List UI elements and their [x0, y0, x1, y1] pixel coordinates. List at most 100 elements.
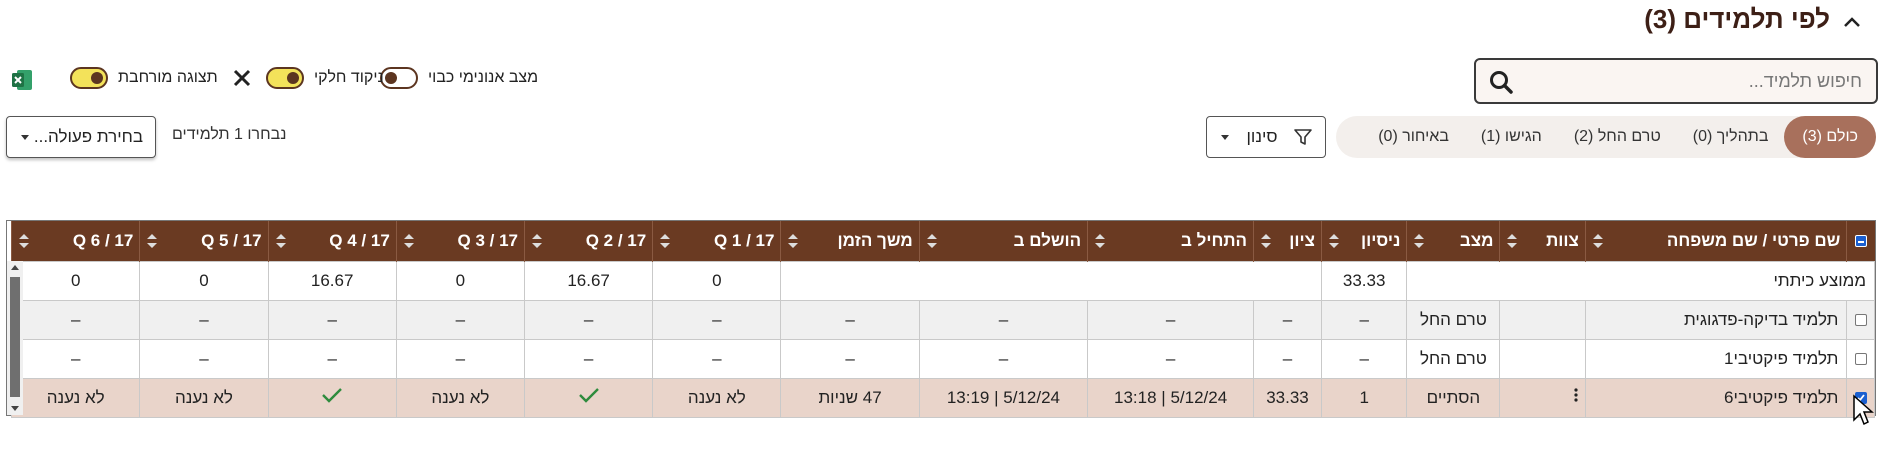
average-label: ממוצע כיתתי	[1406, 260, 1875, 301]
sort-icon[interactable]	[403, 232, 415, 250]
q-cell[interactable]: –	[10, 299, 141, 340]
toggle-switch[interactable]	[380, 67, 418, 89]
col-header-q2[interactable]: Q 2 / 17	[523, 221, 653, 261]
team-cell	[1499, 299, 1586, 340]
col-header-team[interactable]: צוות	[1499, 221, 1586, 261]
row-checkbox[interactable]	[1854, 314, 1867, 327]
student-name[interactable]: תלמיד בדיקה-פדגוגית	[1584, 299, 1848, 340]
sort-icon[interactable]	[18, 232, 30, 250]
sort-icon[interactable]	[1094, 232, 1106, 250]
q-cell[interactable]: –	[523, 338, 654, 379]
sort-icon[interactable]	[531, 232, 543, 250]
q-cell[interactable]: –	[139, 338, 269, 379]
sort-icon[interactable]	[1260, 232, 1272, 250]
status-cell: הסתיים	[1406, 377, 1501, 418]
expanded-view-toggle[interactable]: תצוגה מורחבת	[70, 64, 218, 92]
sort-icon[interactable]	[787, 232, 799, 250]
col-header-status[interactable]: מצב	[1406, 221, 1500, 261]
table-row[interactable]: תלמיד פיקטיבי1 טרם החל – – – – – – – – –…	[10, 338, 1875, 379]
q-cell[interactable]: –	[652, 338, 782, 379]
duration-cell: –	[780, 338, 920, 379]
scrollbar-thumb[interactable]	[10, 277, 20, 397]
q-cell[interactable]	[523, 377, 654, 418]
vertical-scrollbar[interactable]	[7, 261, 23, 415]
tab-not-started[interactable]: טרם החל (2)	[1558, 116, 1677, 158]
toggle-label: ניקוד חלקי	[314, 69, 384, 86]
q-cell[interactable]: –	[10, 338, 141, 379]
sort-icon[interactable]	[1328, 232, 1340, 250]
search-box[interactable]	[1474, 58, 1878, 104]
select-all-checkbox[interactable]	[1854, 235, 1867, 248]
search-input[interactable]	[1542, 70, 1862, 92]
check-icon	[322, 388, 343, 403]
scroll-up-icon[interactable]	[10, 263, 20, 273]
sort-icon[interactable]	[146, 232, 158, 250]
tab-in-progress[interactable]: בתהליך (0)	[1677, 116, 1785, 158]
student-name[interactable]: תלמיד פיקטיבי6	[1584, 377, 1848, 418]
q-cell[interactable]: לא נענה	[395, 377, 526, 418]
tab-late[interactable]: באיחור (0)	[1362, 116, 1465, 158]
toggle-switch[interactable]	[266, 67, 304, 89]
q-cell[interactable]: –	[267, 299, 397, 340]
attempt-cell: –	[1320, 338, 1408, 379]
average-q1: 0	[652, 260, 782, 301]
q-cell[interactable]: –	[139, 299, 269, 340]
row-checkbox-cell[interactable]	[1846, 338, 1875, 379]
col-header-duration[interactable]: משך הזמן	[780, 221, 920, 261]
filter-button[interactable]: סינון	[1206, 116, 1326, 158]
team-cell	[1499, 338, 1586, 379]
q-cell[interactable]	[267, 377, 397, 418]
sort-icon[interactable]	[1413, 232, 1425, 250]
q-cell[interactable]: –	[652, 299, 782, 340]
toggle-switch[interactable]	[70, 67, 108, 89]
col-header-name[interactable]: שם פרטי / שם משפחה	[1584, 221, 1847, 261]
duration-cell: 47 שניות	[780, 377, 920, 418]
tab-submitted[interactable]: הגישו (1)	[1465, 116, 1558, 158]
sort-icon[interactable]	[659, 232, 671, 250]
select-all-header[interactable]	[1846, 221, 1875, 261]
excel-export-icon[interactable]	[10, 68, 34, 92]
filter-icon	[1294, 129, 1312, 145]
col-header-started[interactable]: התחיל ב	[1087, 221, 1254, 261]
q-cell[interactable]: לא נענה	[139, 377, 269, 418]
action-select[interactable]: בחירת פעולה...	[6, 116, 156, 158]
q-cell[interactable]: –	[267, 338, 397, 379]
col-header-q4[interactable]: Q 4 / 17	[267, 221, 397, 261]
table-row[interactable]: תלמיד פיקטיבי6 הסתיים 1 33.33 5/12/24 | …	[10, 377, 1875, 418]
col-header-completed[interactable]: הושלם ב	[918, 221, 1088, 261]
sort-icon[interactable]	[1592, 232, 1604, 250]
chevron-up-icon[interactable]	[1838, 8, 1866, 36]
row-checkbox[interactable]	[1854, 353, 1867, 366]
q-cell[interactable]: –	[523, 299, 654, 340]
status-tabs: כולם (3) בתהליך (0) טרם החל (2) הגישו (1…	[1336, 116, 1876, 158]
sort-icon[interactable]	[1506, 232, 1518, 250]
col-header-q3[interactable]: Q 3 / 17	[395, 221, 525, 261]
sort-icon[interactable]	[275, 232, 287, 250]
attempt-cell: 1	[1320, 377, 1408, 418]
student-name[interactable]: תלמיד פיקטיבי1	[1584, 338, 1848, 379]
col-header-q5[interactable]: Q 5 / 17	[139, 221, 269, 261]
anonymous-mode-toggle[interactable]: מצב אנונימי כבוי	[380, 64, 538, 92]
sort-icon[interactable]	[926, 232, 938, 250]
table-row[interactable]: תלמיד בדיקה-פדגוגית טרם החל – – – – – – …	[10, 299, 1875, 340]
col-header-score[interactable]: ציון	[1253, 221, 1322, 261]
partial-score-toggle[interactable]: ניקוד חלקי	[232, 64, 384, 92]
completed-cell: –	[918, 338, 1089, 379]
scroll-down-icon[interactable]	[10, 403, 20, 413]
attempt-cell: –	[1320, 299, 1408, 340]
more-options-icon[interactable]	[1573, 387, 1579, 403]
col-header-q6[interactable]: Q 6 / 17	[10, 221, 140, 261]
row-checkbox-cell[interactable]	[1846, 299, 1875, 340]
tab-all[interactable]: כולם (3)	[1784, 116, 1876, 158]
completed-cell: –	[918, 299, 1089, 340]
average-row: ממוצע כיתתי 33.33 0 16.67 0 16.67 0 0	[10, 260, 1875, 301]
search-icon[interactable]	[1488, 69, 1514, 95]
q-cell[interactable]: לא נענה	[10, 377, 141, 418]
q-cell[interactable]: –	[395, 338, 526, 379]
q-cell[interactable]: לא נענה	[652, 377, 782, 418]
q-cell[interactable]: –	[395, 299, 526, 340]
col-header-q1[interactable]: Q 1 / 17	[652, 221, 781, 261]
selected-count: נבחרו 1 תלמידים	[172, 126, 287, 143]
filter-label: סינון	[1246, 127, 1278, 146]
col-header-attempt[interactable]: ניסיון	[1320, 221, 1407, 261]
